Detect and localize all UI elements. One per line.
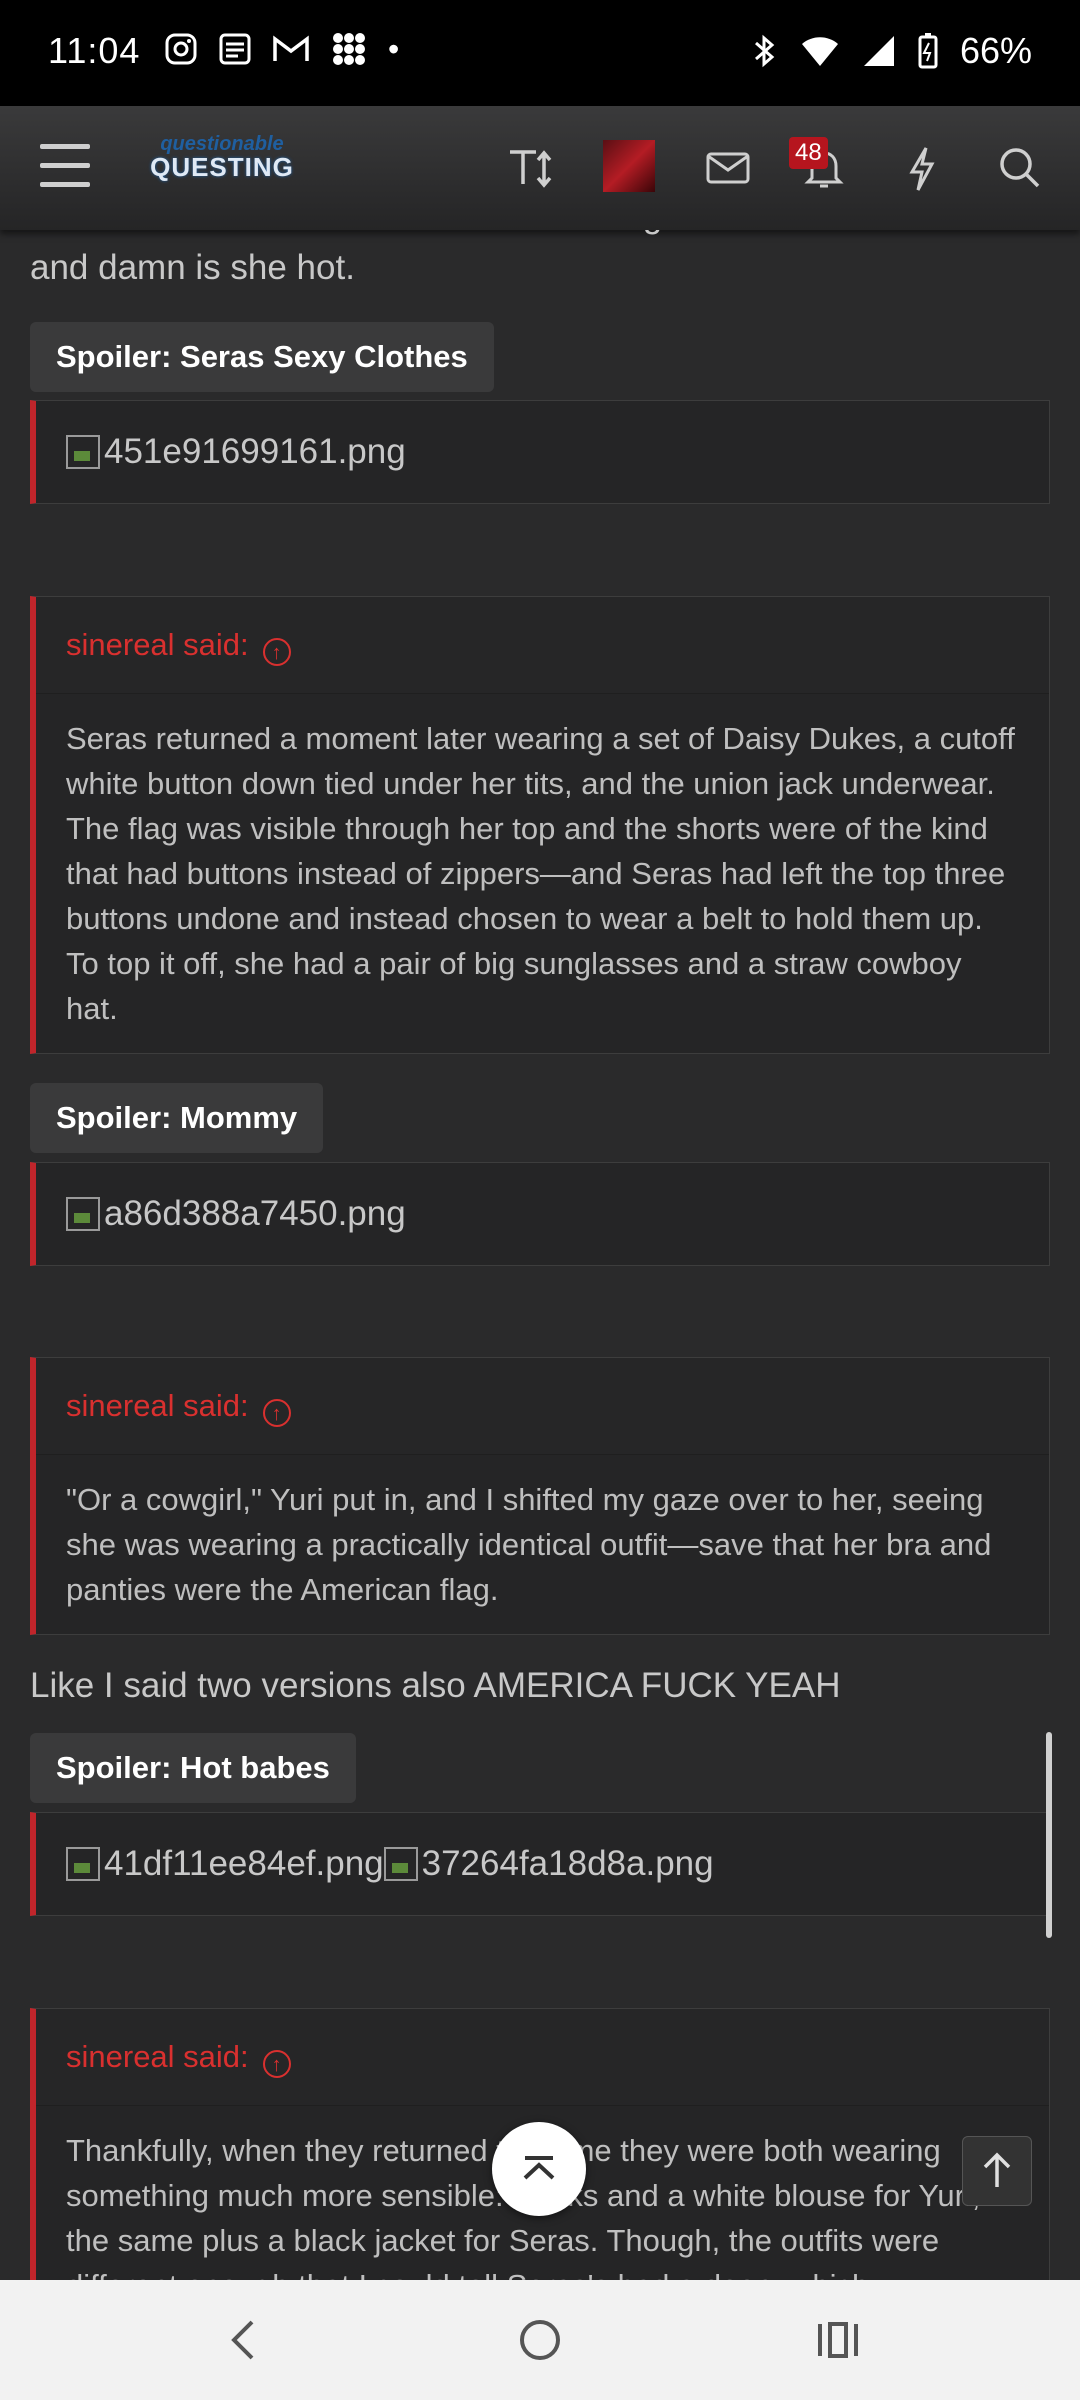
quote-header[interactable]: sinereal said: ↑ [36,1358,1049,1455]
system-nav-bar [0,2280,1080,2400]
post-intro-line-2: and damn is she hot. [30,248,355,287]
go-to-post-icon[interactable]: ↑ [262,2050,291,2078]
logo-line-1: questionable [160,133,284,155]
status-bar: 11:04 • 66% [0,0,1080,106]
status-system-icons: 66% [752,30,1032,72]
spoiler-button-seras-sexy-clothes[interactable]: Spoiler: Seras Sexy Clothes [30,322,494,392]
go-to-post-icon[interactable]: ↑ [262,638,291,666]
broken-image-icon [66,1847,100,1881]
signal-icon [863,36,894,66]
spoiler-content: 41df11ee84ef.png 37264fa18d8a.png [30,1812,1050,1916]
broken-image-icon [66,1197,100,1231]
arrow-up-icon [983,2152,1011,2187]
logo-line-2: QUESTING [150,152,294,182]
quote-author[interactable]: sinereal said: [66,2039,249,2074]
scroll-up-button[interactable] [962,2136,1032,2206]
go-to-post-icon[interactable]: ↑ [262,1399,291,1427]
inbox-icon[interactable] [700,140,756,196]
site-logo[interactable]: questionable QUESTING [142,134,302,180]
quote-block: sinereal said: ↑ "Or a cowgirl," Yuri put… [30,1357,1050,1635]
broken-image-icon [66,435,100,469]
image-filename[interactable]: 451e91699161.png [104,432,406,471]
back-icon[interactable] [222,2316,266,2364]
site-header: questionable QUESTING [0,106,1080,230]
recents-icon[interactable] [814,2316,862,2364]
quote-author[interactable]: sinereal said: [66,1388,249,1423]
spoiler-button-mommy[interactable]: Spoiler: Mommy [30,1083,324,1153]
text-size-icon[interactable] [504,140,560,196]
image-filename[interactable]: a86d388a7450.png [104,1194,406,1233]
post-text-line: Like I said two versions also AMERICA FU… [30,1666,841,1705]
spoiler-button-hot-babes[interactable]: Spoiler: Hot babes [30,1733,356,1803]
quote-block: sinereal said: ↑ Seras returned a moment … [30,596,1050,1054]
notification-badge: 48 [789,137,828,169]
search-icon[interactable] [992,140,1048,196]
battery-percent: 66% [959,30,1032,71]
battery-icon [918,33,938,69]
spoiler-content: 451e91699161.png [30,400,1050,504]
grid-app-icon [333,33,365,65]
quote-header[interactable]: sinereal said: ↑ [36,2009,1049,2106]
instagram-icon [165,33,197,65]
lightning-icon[interactable] [894,140,950,196]
menu-icon[interactable] [40,144,90,188]
image-filename[interactable]: 41df11ee84ef.png [104,1844,384,1883]
post-intro-line-1: I think it came out well this is what I … [30,230,1040,242]
bluetooth-icon [754,34,775,68]
post-intro: I think it came out well this is what I … [30,230,1040,294]
home-icon[interactable] [516,2316,564,2364]
status-time: 11:04 [48,30,141,71]
gmail-icon [273,35,309,61]
avatar[interactable] [603,140,655,192]
status-notification-icons: • [164,30,399,68]
quote-header[interactable]: sinereal said: ↑ [36,597,1049,694]
image-filename[interactable]: 37264fa18d8a.png [422,1844,714,1883]
chevron-up-icon [523,2156,555,2180]
app-notification-icon [219,33,251,65]
broken-image-icon [383,1847,418,1881]
spoiler-content: a86d388a7450.png [30,1162,1050,1266]
post-content: I think it came out well this is what I … [0,230,1080,2280]
wifi-icon [801,37,838,66]
quote-author[interactable]: sinereal said: [66,627,249,662]
scrollbar[interactable] [1046,1732,1052,1938]
more-dot-icon: • [388,30,400,67]
quote-text: Seras returned a moment later wearing a … [66,721,1015,1026]
quote-text: "Or a cowgirl," Yuri put in, and I shift… [66,1482,992,1607]
scroll-to-top-button[interactable] [492,2122,586,2216]
